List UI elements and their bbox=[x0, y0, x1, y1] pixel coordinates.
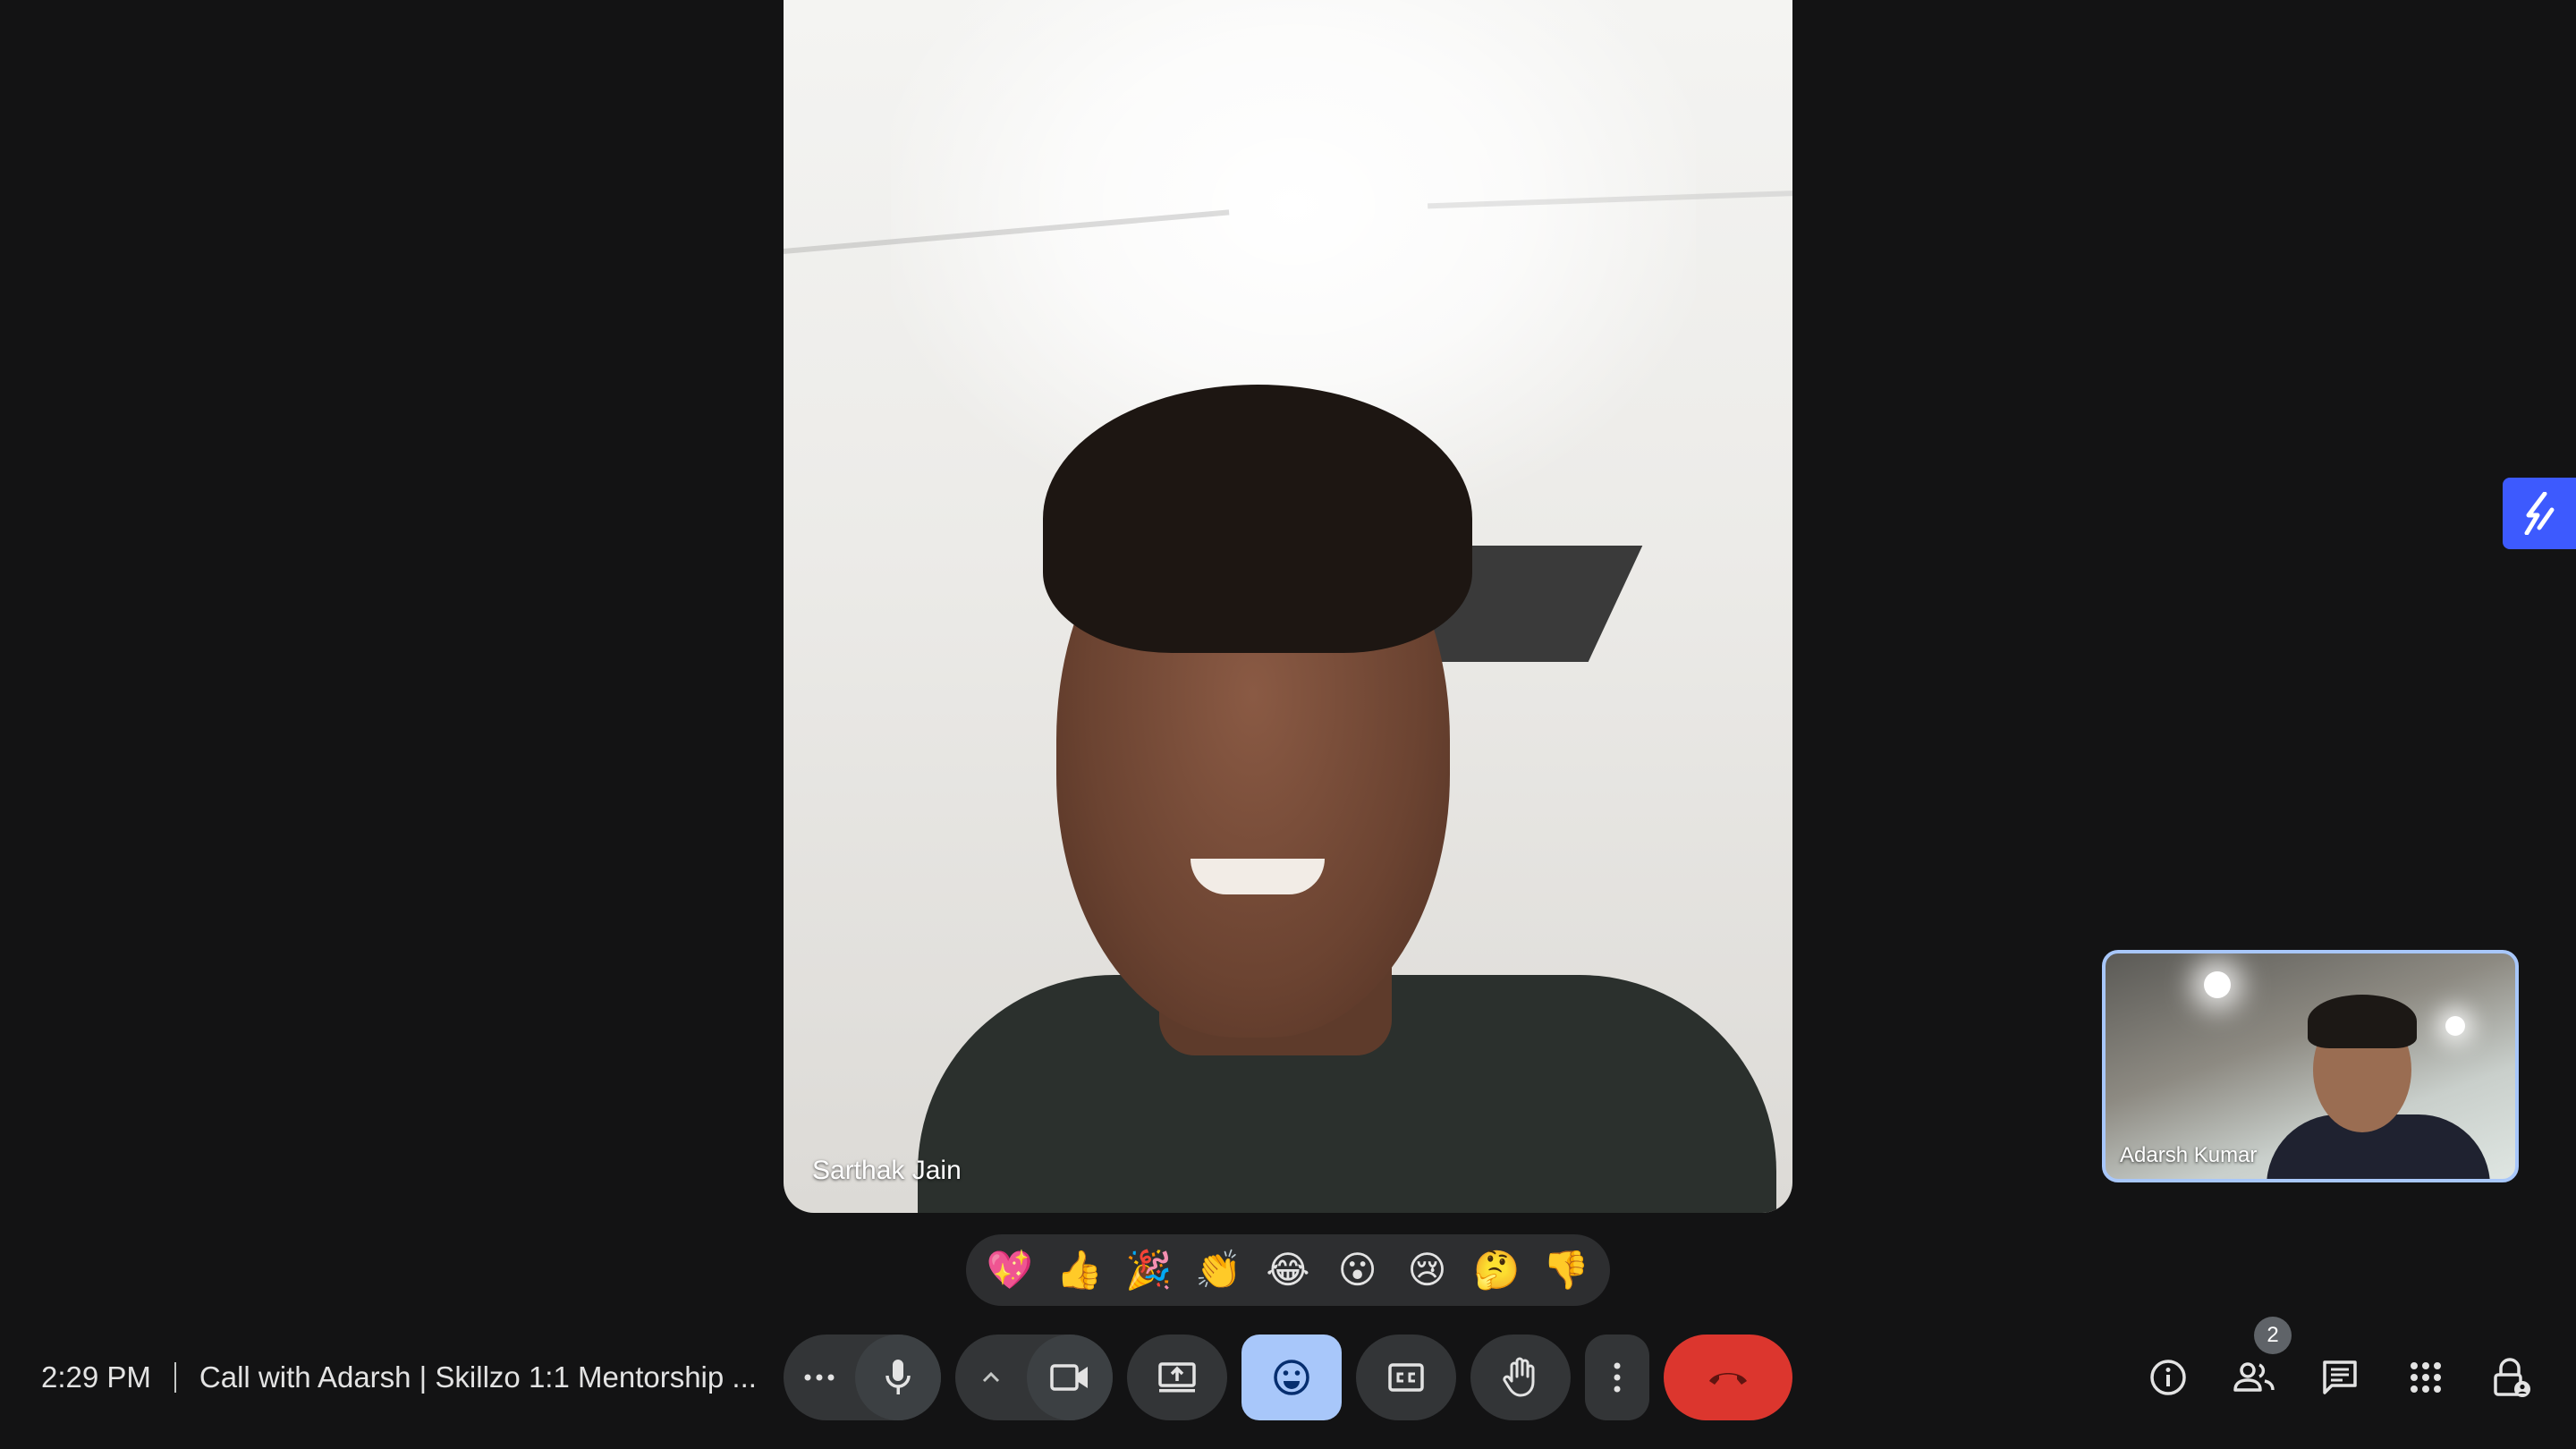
main-participant-name: Sarthak Jain bbox=[812, 1156, 962, 1185]
mic-icon bbox=[886, 1360, 911, 1394]
captions-button[interactable] bbox=[1356, 1335, 1456, 1420]
info-icon bbox=[2150, 1360, 2186, 1395]
reaction-laughing[interactable]: 😂 bbox=[1257, 1251, 1319, 1289]
self-participant-name: Adarsh Kumar bbox=[2120, 1143, 2258, 1167]
reaction-thinking[interactable]: 🤔 bbox=[1465, 1251, 1528, 1289]
raise-hand-button[interactable] bbox=[1470, 1335, 1571, 1420]
self-view-tile[interactable]: Adarsh Kumar bbox=[2102, 950, 2519, 1182]
call-end-icon bbox=[1709, 1373, 1747, 1385]
video-settings-button[interactable] bbox=[955, 1335, 1027, 1420]
host-controls-button[interactable] bbox=[2483, 1349, 2540, 1406]
video-person-hair bbox=[1043, 385, 1472, 653]
people-icon bbox=[2233, 1362, 2275, 1392]
reaction-surprised[interactable]: 😮 bbox=[1326, 1251, 1389, 1289]
chat-icon bbox=[2323, 1360, 2357, 1394]
people-button[interactable] bbox=[2225, 1349, 2283, 1406]
camera-button[interactable] bbox=[1027, 1335, 1113, 1420]
raise-hand-icon bbox=[1503, 1357, 1535, 1397]
leave-call-button[interactable] bbox=[1664, 1335, 1792, 1420]
audio-settings-button[interactable] bbox=[784, 1335, 855, 1420]
meeting-details-button[interactable] bbox=[2140, 1349, 2197, 1406]
meeting-title: Call with Adarsh | Skillzo 1:1 Mentorshi… bbox=[199, 1360, 757, 1394]
more-vert-icon bbox=[1614, 1362, 1621, 1393]
main-video-tile[interactable]: Sarthak Jain bbox=[784, 0, 1792, 1213]
chevron-up-icon bbox=[982, 1371, 1000, 1383]
microphone-button[interactable] bbox=[855, 1335, 941, 1420]
video-person-smile bbox=[1191, 859, 1325, 894]
meet-stage: Sarthak Jain Adarsh Kumar 💖 👍 🎉 👏 😂 😮 😢 … bbox=[0, 0, 2576, 1449]
reactions-bar: 💖 👍 🎉 👏 😂 😮 😢 🤔 👎 bbox=[966, 1234, 1610, 1306]
ceiling-light bbox=[2445, 1016, 2465, 1036]
self-person-hair bbox=[2308, 995, 2417, 1048]
reaction-thumbs-up[interactable]: 👍 bbox=[1048, 1251, 1111, 1289]
audio-control-group bbox=[784, 1335, 941, 1420]
lightning-icon bbox=[2524, 492, 2555, 535]
chat-button[interactable] bbox=[2311, 1349, 2368, 1406]
emoji-icon bbox=[1274, 1360, 1309, 1395]
extension-side-button[interactable] bbox=[2503, 478, 2576, 549]
closed-captions-icon bbox=[1388, 1363, 1424, 1392]
more-options-button[interactable] bbox=[1585, 1335, 1649, 1420]
reaction-party-popper[interactable]: 🎉 bbox=[1117, 1251, 1180, 1289]
more-horiz-icon bbox=[804, 1374, 835, 1381]
reaction-clapping[interactable]: 👏 bbox=[1187, 1251, 1250, 1289]
reaction-thumbs-down[interactable]: 👎 bbox=[1535, 1251, 1597, 1289]
send-reaction-button[interactable] bbox=[1241, 1335, 1342, 1420]
host-controls-icon bbox=[2494, 1358, 2530, 1397]
activities-button[interactable] bbox=[2397, 1349, 2454, 1406]
ceiling-light bbox=[2204, 971, 2231, 998]
activities-icon bbox=[2411, 1362, 2441, 1393]
video-control-group bbox=[955, 1335, 1113, 1420]
meeting-info: 2:29 PM Call with Adarsh | Skillzo 1:1 M… bbox=[41, 1356, 757, 1399]
videocam-icon bbox=[1050, 1364, 1088, 1391]
reaction-crying[interactable]: 😢 bbox=[1395, 1251, 1458, 1289]
present-screen-button[interactable] bbox=[1127, 1335, 1227, 1420]
present-screen-icon bbox=[1158, 1362, 1196, 1393]
meeting-time: 2:29 PM bbox=[41, 1360, 151, 1394]
meeting-info-divider bbox=[174, 1362, 176, 1393]
reaction-sparkling-heart[interactable]: 💖 bbox=[979, 1251, 1041, 1289]
